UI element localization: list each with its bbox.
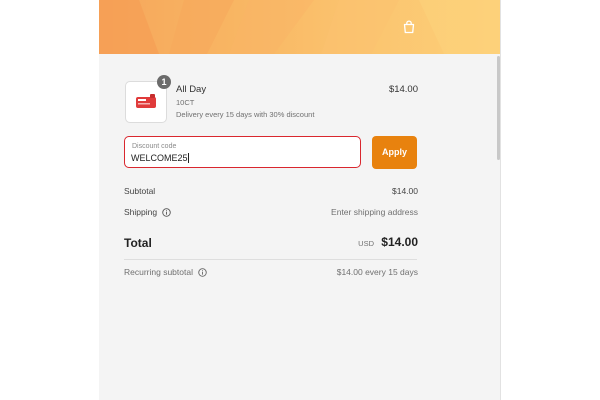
quantity-badge: 1	[157, 75, 171, 89]
discount-code-input[interactable]	[131, 152, 331, 164]
recurring-subtotal-row: Recurring subtotal	[124, 267, 208, 277]
recurring-subtotal-value: $14.00 every 15 days	[336, 267, 418, 277]
scrollbar-thumb[interactable]	[497, 56, 500, 160]
text-caret	[188, 153, 189, 163]
discount-code-label: Discount code	[132, 143, 177, 150]
total-value: $14.00	[381, 235, 418, 249]
subtotal-value: $14.00	[392, 186, 418, 196]
header-banner	[99, 0, 500, 54]
summary-divider	[124, 259, 417, 260]
shipping-row: Shipping	[124, 207, 172, 217]
subtotal-label: Subtotal	[124, 186, 156, 196]
apply-discount-button[interactable]: Apply	[372, 136, 417, 169]
recurring-subtotal-label: Recurring subtotal	[124, 267, 193, 277]
recurring-info-icon[interactable]	[198, 268, 208, 277]
banner-decoration	[99, 0, 500, 54]
product-subscription-plan: Delivery every 15 days with 30% discount	[176, 110, 315, 119]
product-price: $14.00	[388, 84, 418, 95]
checkout-summary-panel: 1 All Day 10CT Delivery every 15 days wi…	[99, 0, 501, 400]
product-title: All Day	[176, 84, 207, 95]
product-variant: 10CT	[176, 98, 195, 107]
shipping-value: Enter shipping address	[331, 207, 418, 217]
shopping-bag-icon	[403, 20, 415, 34]
shipping-label: Shipping	[124, 207, 158, 217]
discount-code-field[interactable]: Discount code	[124, 136, 361, 168]
cart-button[interactable]	[401, 19, 417, 35]
total-label: Total	[124, 236, 152, 250]
shipping-info-icon[interactable]	[162, 208, 172, 217]
total-currency: USD	[358, 239, 374, 248]
